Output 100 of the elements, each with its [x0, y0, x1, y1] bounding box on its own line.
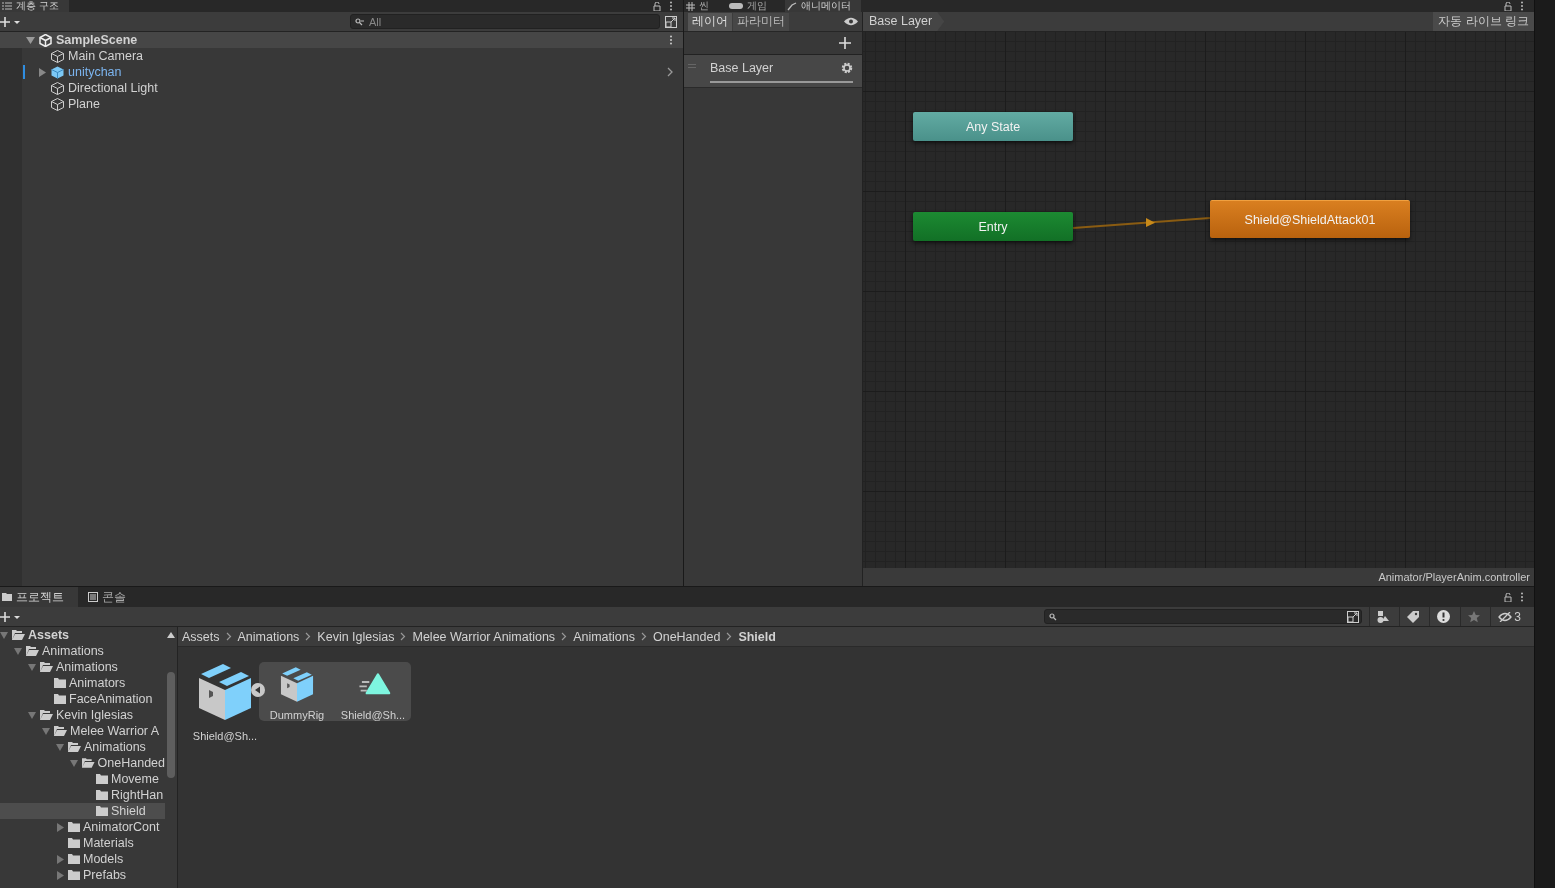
menu-icon[interactable] [1520, 592, 1524, 602]
open-folder-icon [68, 742, 81, 752]
folder-name: AnimatorCont [83, 820, 160, 834]
menu-icon[interactable] [669, 1, 673, 11]
folder-name: Materials [83, 836, 134, 850]
hierarchy-item[interactable]: unitychan [0, 64, 683, 80]
transition-arrow[interactable] [1072, 217, 1211, 229]
expand-arrow-icon[interactable] [70, 758, 78, 768]
folder-item[interactable]: Animators [0, 675, 165, 691]
chevron-right-icon [400, 632, 407, 641]
menu-icon[interactable] [1520, 1, 1524, 11]
tab-label: 게임 [747, 0, 767, 12]
folder-name: Animations [84, 740, 146, 754]
breadcrumb-item[interactable]: Shield [738, 629, 776, 644]
hierarchy-item[interactable]: Plane [0, 96, 683, 112]
chevron-right-icon[interactable] [667, 67, 673, 77]
hierarchy-item[interactable]: Main Camera [0, 48, 683, 64]
expand-arrow-icon[interactable] [56, 822, 64, 832]
expand-arrow-icon[interactable] [26, 35, 35, 45]
entry-node[interactable]: Entry [913, 212, 1073, 241]
folder-item[interactable]: Assets [0, 627, 165, 643]
settings-icon[interactable] [841, 62, 853, 74]
window-tab[interactable]: 콘솔 [86, 587, 140, 607]
cube-icon [51, 49, 64, 63]
scene-row[interactable]: SampleScene [0, 32, 683, 48]
asset-item[interactable]: Shield@Sh... [192, 662, 258, 742]
cube-icon [51, 97, 64, 111]
search-field[interactable] [1044, 609, 1363, 624]
expand-arrow-icon[interactable] [56, 870, 64, 880]
chevron-right-icon [225, 632, 232, 641]
tab-label: 콘솔 [102, 589, 126, 606]
folder-name: Moveme [111, 772, 159, 786]
folder-icon [54, 694, 66, 704]
folder-item[interactable]: AnimatorCont [0, 819, 165, 835]
folder-item[interactable]: Animations [0, 739, 165, 755]
scrollbar-thumb[interactable] [167, 672, 175, 778]
expand-arrow-icon[interactable] [42, 726, 50, 736]
folder-item[interactable]: Materials [0, 835, 165, 851]
lock-icon[interactable] [1504, 592, 1512, 602]
expand-arrow-icon[interactable] [38, 67, 46, 77]
lock-icon[interactable] [1504, 1, 1512, 11]
lock-icon[interactable] [653, 1, 661, 11]
window-tab[interactable]: 게임 [727, 0, 777, 12]
folder-item[interactable]: Kevin Iglesias [0, 707, 165, 723]
breadcrumb-item[interactable]: OneHanded [652, 629, 721, 644]
hidden-eye-icon [1498, 611, 1513, 622]
unity-logo-icon [39, 33, 52, 47]
scroll-up-icon[interactable] [167, 632, 175, 638]
asset-item[interactable]: Shield@Sh... [335, 666, 411, 721]
breadcrumb-item[interactable]: Animations [237, 629, 300, 644]
chevron-right-icon [726, 632, 733, 641]
window-tab[interactable]: 프로젝트 [0, 587, 78, 607]
graph-icon [787, 1, 797, 11]
breadcrumb-item[interactable]: Animations [573, 629, 635, 644]
search-field[interactable]: All [350, 14, 660, 29]
window-tab[interactable]: 씬 [684, 0, 719, 12]
panel-tab[interactable]: 레이어 [688, 12, 732, 31]
expand-arrow-icon[interactable] [56, 854, 64, 864]
folder-item[interactable]: Shield [0, 803, 165, 819]
folder-name: FaceAnimation [69, 692, 153, 706]
folder-icon [68, 870, 80, 880]
item-label: Main Camera [68, 49, 144, 63]
folder-icon [96, 790, 108, 800]
menu-icon[interactable] [669, 35, 673, 45]
expand-arrow-icon[interactable] [28, 710, 36, 720]
breadcrumb-item[interactable]: Melee Warrior Animations [412, 629, 556, 644]
breadcrumb-item[interactable]: Assets [182, 629, 220, 644]
folder-item[interactable]: Prefabs [0, 867, 165, 883]
panel-tab[interactable]: 파라미터 [733, 12, 789, 31]
folder-name: Shield [111, 804, 146, 818]
tab-label: 씬 [699, 0, 709, 12]
chevron-right-icon [640, 632, 647, 641]
hierarchy-tab[interactable]: 계층 구조 [0, 0, 69, 12]
window-tab[interactable]: 애니메이터 [785, 0, 861, 12]
expand-arrow-icon[interactable] [14, 646, 22, 656]
layer-item[interactable]: Base Layer [684, 55, 862, 88]
live-link-button[interactable]: 자동 라이브 링크 [1433, 12, 1534, 31]
eye-icon[interactable] [844, 17, 858, 26]
asset-name: Shield@Sh... [340, 709, 406, 721]
folder-item[interactable]: OneHanded [0, 755, 165, 771]
layer-name: Base Layer [710, 61, 774, 75]
folder-item[interactable]: Animations [0, 659, 165, 675]
add-icon[interactable] [839, 37, 851, 49]
folder-item[interactable]: FaceAnimation [0, 691, 165, 707]
popout-icon[interactable] [1347, 611, 1360, 623]
folder-item[interactable]: Models [0, 851, 165, 867]
add-dropdown-icon[interactable] [0, 15, 22, 28]
add-dropdown-icon[interactable] [0, 610, 22, 623]
folder-item[interactable]: Animations [0, 643, 165, 659]
popout-icon[interactable] [665, 15, 677, 28]
expand-arrow-icon[interactable] [28, 662, 36, 672]
breadcrumb-item[interactable]: Base Layer [863, 12, 945, 31]
asset-item[interactable]: DummyRig [259, 666, 335, 721]
folder-item[interactable]: Moveme [0, 771, 165, 787]
breadcrumb-item[interactable]: Kevin Iglesias [317, 629, 395, 644]
hierarchy-item[interactable]: Directional Light [0, 80, 683, 96]
folder-item[interactable]: RightHan [0, 787, 165, 803]
expand-arrow-icon[interactable] [0, 630, 8, 640]
expand-arrow-icon[interactable] [56, 742, 64, 752]
folder-item[interactable]: Melee Warrior A [0, 723, 165, 739]
